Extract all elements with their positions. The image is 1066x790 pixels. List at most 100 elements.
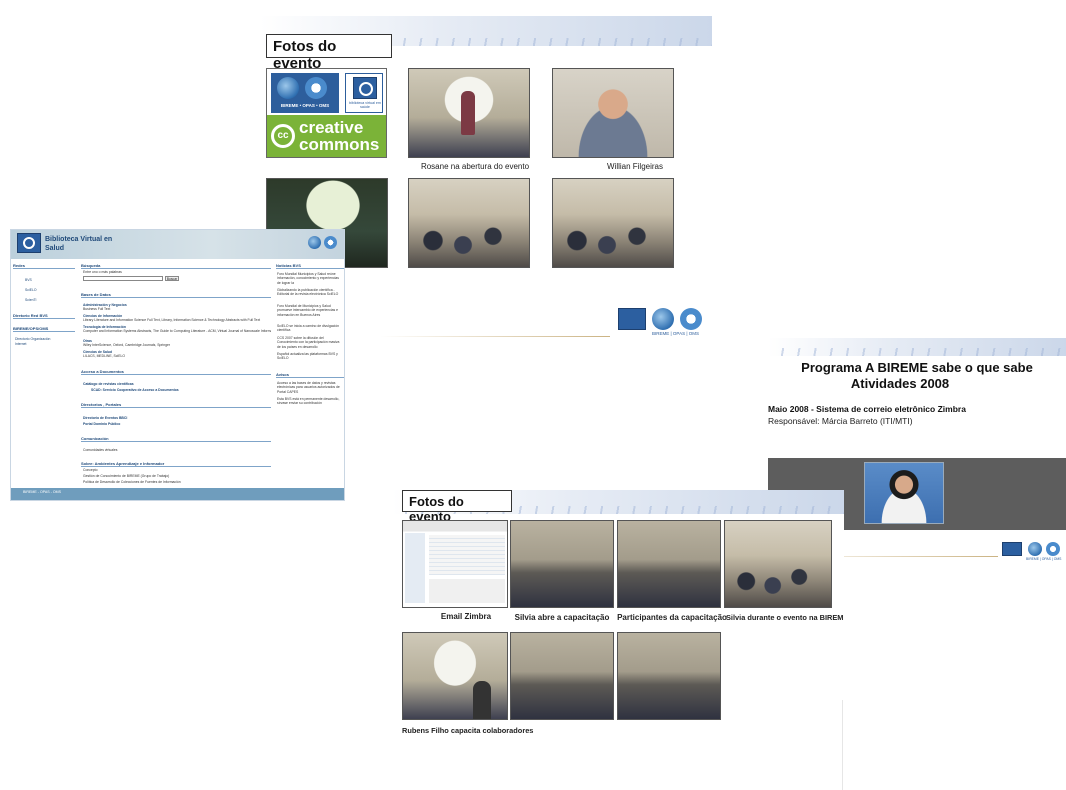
photo-participantes	[617, 520, 721, 608]
caption-email-zimbra: Email Zimbra	[440, 612, 492, 621]
bvs-header: Biblioteca Virtual en Salud	[11, 230, 344, 259]
bases-item-desc-1: Library Literature and Information Scien…	[83, 318, 261, 322]
sobre-item-0[interactable]: Concepto	[83, 468, 98, 472]
bases-item-desc-3: Wiley InterScience, Oxford, Cambridge Jo…	[83, 343, 171, 347]
noticias-item-3[interactable]: SciELO se inicia a camino de divulgación…	[277, 324, 343, 333]
programa-title-1: Programa A BIREME sabe o que sabe	[801, 360, 1033, 375]
caption-willian: Willian Filgeiras	[606, 162, 663, 171]
who-emblem-icon	[324, 236, 337, 249]
buscar-button[interactable]: Buscar	[165, 276, 179, 281]
acceso-item-0[interactable]: Catálogo de revistas científicas	[83, 382, 134, 386]
photo-rubens	[402, 632, 508, 720]
slide-title: Fotos do evento	[402, 490, 512, 524]
who-emblem-icon	[305, 77, 327, 99]
diretorio-heading: Diretorio Red BVS	[13, 313, 75, 319]
noticias-heading: Noticias BVS	[276, 263, 344, 269]
redes-heading: Redes	[13, 263, 75, 269]
globe-icon	[277, 77, 299, 99]
photo-capacitacao-1	[510, 632, 614, 720]
footer-logos: BIREME | OPAS | OMS	[616, 306, 710, 336]
photo-capacitacao-2	[617, 632, 721, 720]
directorios-item-1[interactable]: Portal Dominio Público	[83, 422, 120, 426]
footer-rule	[380, 336, 610, 337]
redes-item-scienti[interactable]: ScienTI	[25, 298, 37, 302]
bvs-header-title-2: Salud	[45, 245, 65, 252]
caption-participantes: Participantes da capacitação	[617, 613, 727, 622]
slide-fotos-bottom: Fotos do evento Email Zimbra Silvia abre…	[392, 490, 844, 790]
programa-subtitle: Maio 2008 - Sistema de correio eletrônic…	[768, 404, 966, 414]
acceso-item-1[interactable]: SCAD: Servicio Cooperativo de Acceso a D…	[91, 388, 179, 392]
noticias-item-4[interactable]: CCS 2007 sobre la difusión del Conocimie…	[277, 336, 343, 349]
photo-marcia	[864, 462, 944, 524]
slide-border-right	[842, 700, 843, 790]
photo-willian	[552, 68, 674, 158]
sobre-heading: Sobre: Ambientes Aprendizaje e Informado…	[81, 461, 271, 467]
bases-heading: Bases de Datos	[81, 292, 271, 298]
photo-audience-1	[408, 178, 530, 268]
bases-item-desc-4: LILACS, MEDLINE, SciELO	[83, 354, 126, 358]
bvs-logo-text: biblioteca virtual em saúde	[349, 101, 381, 109]
slide-decoration	[768, 338, 1066, 356]
bases-item-desc-2: Computer and Information Systems Abstrac…	[83, 329, 271, 333]
comunicacion-heading: Comunicación	[81, 436, 271, 442]
footer-logo-text: BIREME | OPAS | OMS	[1026, 557, 1062, 561]
bvs-footer-icon	[1002, 542, 1022, 556]
footer-logo-text: BIREME | OPAS | OMS	[652, 331, 700, 336]
logo-panel: BIREME • OPAS • OMS biblioteca virtual e…	[266, 68, 387, 158]
cc-text-creative: creative	[299, 118, 364, 137]
bireme-item-0[interactable]: Directorio Organización	[15, 337, 50, 341]
sobre-item-1[interactable]: Gestión de Conocimiento de BIREME (Grupo…	[83, 474, 169, 478]
photo-silvia-abre	[510, 520, 614, 608]
bireme-item-1[interactable]: Internet	[15, 342, 27, 346]
noticias-item-0[interactable]: Foro Mundial Municipios y Salud reúne in…	[277, 272, 343, 285]
bvs-footer-text: BIREME - OPAS - OMS	[23, 490, 62, 494]
bvs-logo: biblioteca virtual em saúde	[345, 73, 383, 113]
avisos-heading: Avisos	[276, 372, 344, 378]
acceso-heading: Acceso a Documentos	[81, 369, 271, 375]
photo-rosane	[408, 68, 530, 158]
caption-silvia-durante: Silvia durante o evento na BIREME	[726, 613, 844, 622]
noticias-item-1[interactable]: Globalizando la publicación científica -…	[277, 288, 343, 301]
globe-footer-icon	[1028, 542, 1042, 556]
creative-commons-logo: cc creative commons	[267, 115, 386, 157]
avisos-item-0[interactable]: Acceso a las bases de datos y revistas e…	[277, 381, 343, 394]
caption-rosane: Rosane na abertura do evento	[420, 162, 530, 171]
who-footer-icon	[680, 308, 702, 330]
bireme-heading: BIREME/OPS/OMS	[13, 326, 75, 332]
busqueda-heading: Búsqueda	[81, 263, 271, 269]
cc-text-commons: commons	[299, 135, 380, 154]
noticias-item-5[interactable]: Español actualiza las plataformas BVS y …	[277, 352, 343, 361]
noticias-item-2[interactable]: Foro Mundial de Municipios y Salud promu…	[277, 304, 343, 321]
globe-footer-icon	[652, 308, 674, 330]
slide-title: Fotos do evento	[266, 34, 392, 72]
redes-item-bvs[interactable]: BVS	[25, 278, 32, 282]
bvs-footer: BIREME - OPAS - OMS	[11, 488, 344, 500]
bases-item-desc-0: Business Full Text	[83, 307, 111, 311]
globe-icon	[308, 236, 321, 249]
comunicacion-item-0[interactable]: Comunidades virtuales	[83, 448, 118, 452]
photo-audience-2	[552, 178, 674, 268]
directorios-item-0[interactable]: Directorio de Eventos BBCI	[83, 416, 127, 420]
busqueda-label: Entre uno o más palabras	[83, 270, 122, 274]
caption-rubens: Rubens Filho capacita colaboradores	[402, 726, 534, 735]
bvs-header-title-1: Biblioteca Virtual en	[45, 236, 113, 243]
bvs-website-screenshot: Biblioteca Virtual en Salud Redes BVS Sc…	[10, 229, 345, 501]
bireme-logo: BIREME • OPAS • OMS	[271, 73, 339, 113]
avisos-item-1[interactable]: Esta BVS está en permanente desarrollo, …	[277, 397, 343, 410]
bvs-footer-icon	[618, 308, 646, 330]
sobre-item-2[interactable]: Política de Desarrollo de Colecciones de…	[83, 480, 181, 484]
photo-silvia-durante	[724, 520, 832, 608]
cc-icon: cc	[271, 124, 295, 148]
redes-item-scielo[interactable]: SciELO	[25, 288, 37, 292]
footer-logos: BIREME | OPAS | OMS	[1002, 540, 1064, 564]
caption-silvia-abre: Silvia abre a capacitação	[514, 613, 610, 622]
programa-responsavel: Responsável: Márcia Barreto (ITI/MTI)	[768, 416, 913, 426]
bireme-logo-text: BIREME • OPAS • OMS	[280, 103, 330, 108]
busqueda-input[interactable]	[83, 276, 163, 281]
bvs-square-icon	[353, 77, 377, 99]
directorios-heading: Directorios , Portales	[81, 402, 271, 408]
bvs-logo-icon	[17, 233, 41, 253]
photo-email-zimbra	[402, 520, 508, 608]
who-footer-icon	[1046, 542, 1060, 556]
programa-title-2: Atividades 2008	[850, 376, 950, 391]
